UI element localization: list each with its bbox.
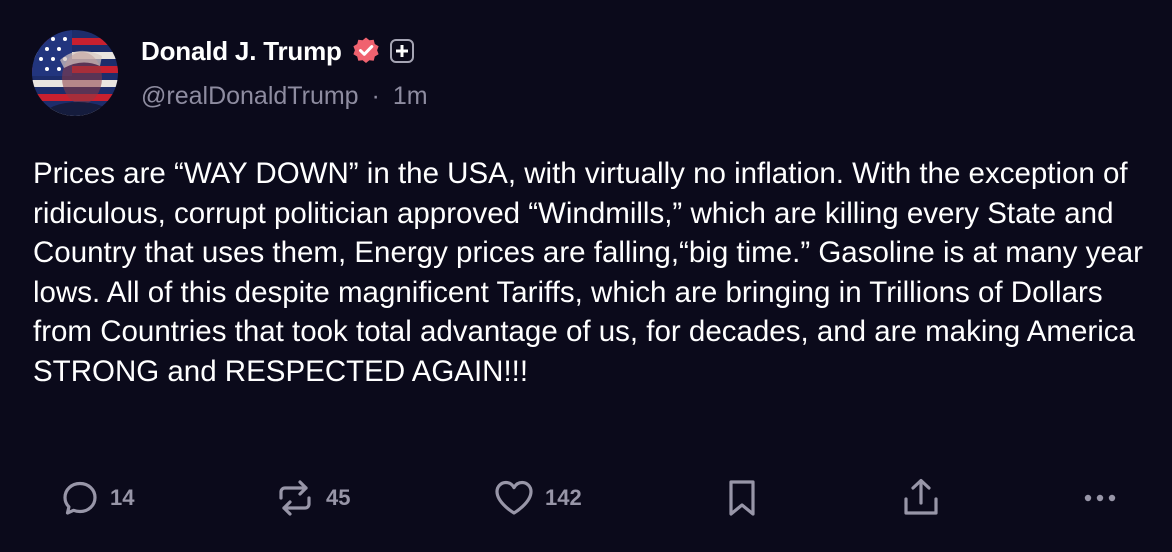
post-timestamp[interactable]: 1m <box>393 82 428 110</box>
more-icon <box>1080 478 1120 518</box>
avatar[interactable] <box>32 30 118 116</box>
reply-icon <box>60 478 100 518</box>
action-bar: 14 45 142 <box>0 476 1172 520</box>
author-handle[interactable]: @realDonaldTrump <box>141 82 359 110</box>
post-text: Prices are “WAY DOWN” in the USA, with v… <box>33 157 1144 388</box>
heart-icon <box>493 478 535 518</box>
like-count: 142 <box>545 485 582 510</box>
display-name[interactable]: Donald J. Trump <box>141 36 342 67</box>
reply-button[interactable]: 14 <box>60 476 134 520</box>
like-button[interactable]: 142 <box>493 476 582 520</box>
share-button[interactable] <box>900 476 942 520</box>
repost-count: 45 <box>326 485 351 510</box>
verified-badge-icon <box>351 36 381 66</box>
time-separator: · <box>371 82 380 110</box>
more-options-button[interactable] <box>1080 476 1120 520</box>
share-icon <box>900 477 942 519</box>
bookmark-icon <box>726 477 758 519</box>
plus-badge-icon <box>389 39 414 63</box>
handle-row: @realDonaldTrump · 1m <box>141 82 428 111</box>
reply-count: 14 <box>110 485 135 510</box>
author-name-row: Donald J. Trump <box>141 33 414 69</box>
repost-button[interactable]: 45 <box>274 476 350 520</box>
avatar-image <box>32 30 118 116</box>
repost-icon <box>274 477 316 519</box>
bookmark-button[interactable] <box>726 476 758 520</box>
